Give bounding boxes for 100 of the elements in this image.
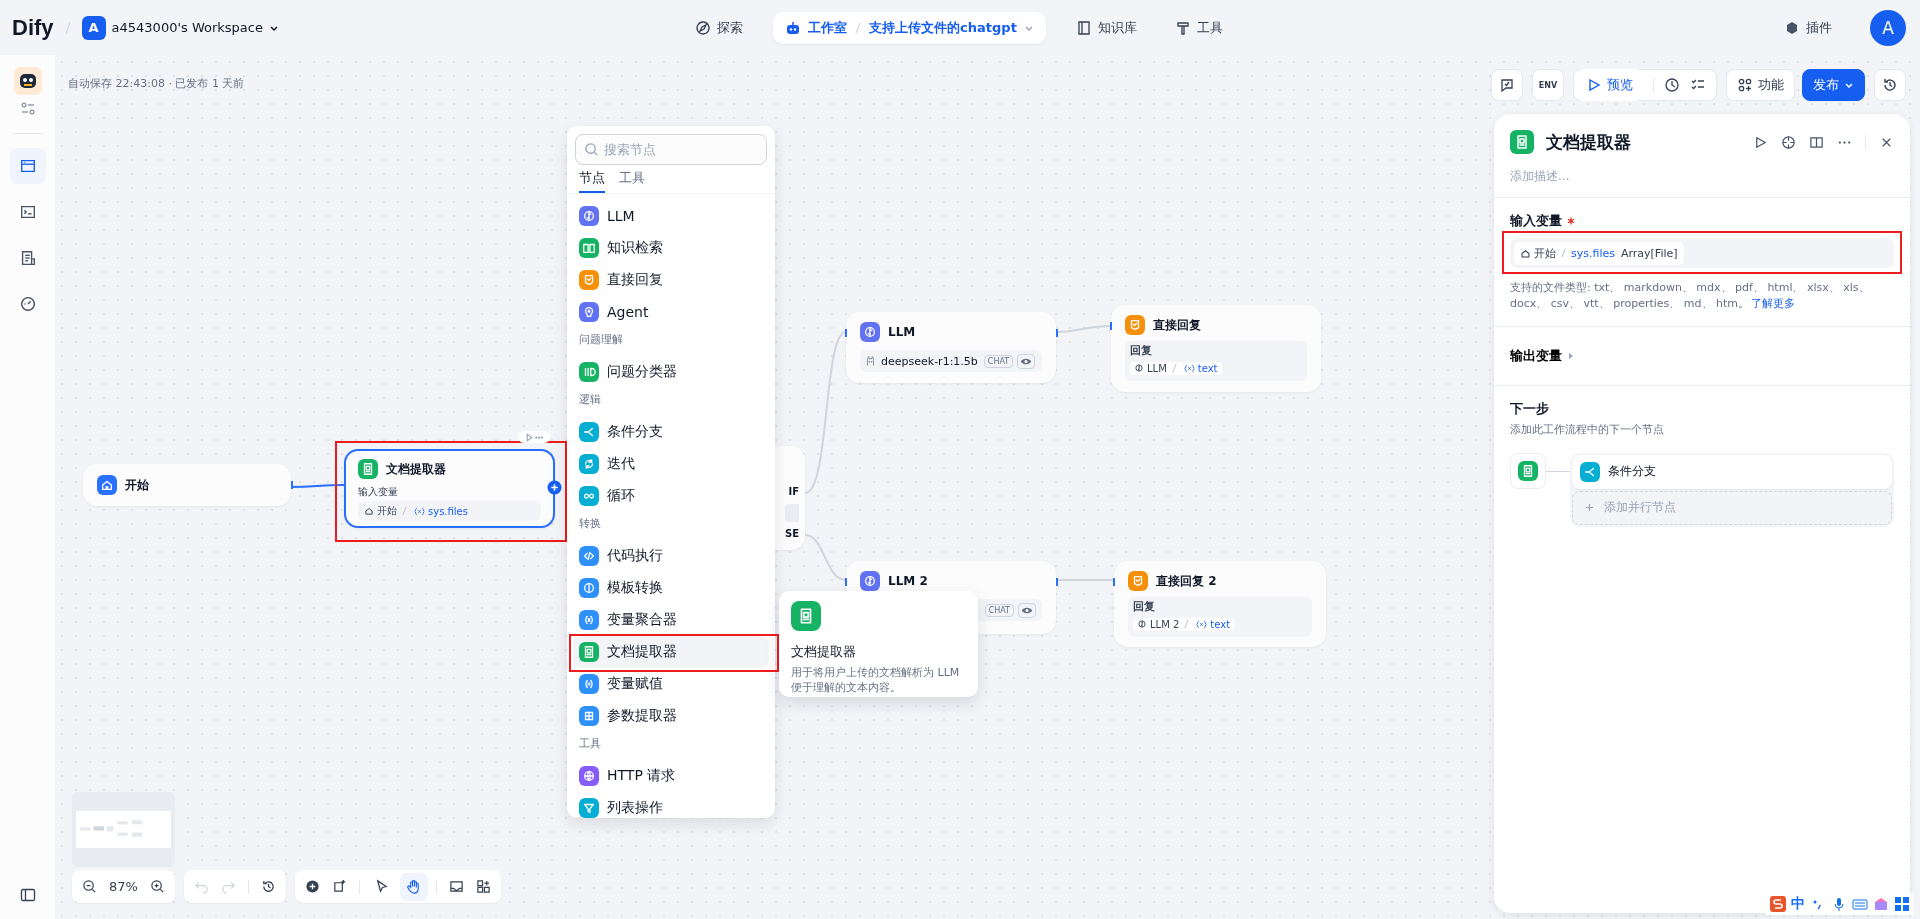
variable-reference: 开始 sys.files: [358, 501, 541, 521]
hand-icon: [406, 879, 422, 894]
menu-item[interactable]: 问题分类器: [573, 356, 769, 388]
zoom-out-icon[interactable]: [82, 879, 97, 894]
history-button[interactable]: [1874, 69, 1906, 101]
studio-nav-tab[interactable]: 工作室 支持上传文件的chatgpt: [773, 11, 1046, 44]
model-name: deepseek-r1:1.5b: [881, 354, 978, 368]
llama-icon: [866, 355, 875, 367]
field-label: 输入变量: [358, 485, 399, 499]
nav-tab[interactable]: 知识库: [1067, 11, 1145, 44]
sphere-icon: [1137, 619, 1147, 629]
group-heading: 逻辑: [578, 392, 602, 408]
history-icon[interactable]: [260, 879, 276, 894]
field-label: 回复: [1130, 343, 1153, 358]
reply-bubble-icon: [1128, 571, 1148, 591]
head-icon: [579, 302, 599, 322]
learn-more-link[interactable]: 了解更多: [1751, 296, 1795, 310]
zoom-in-icon[interactable]: [149, 879, 165, 894]
publish-button[interactable]: 发布: [1802, 69, 1865, 101]
note-icon[interactable]: [331, 879, 347, 894]
menu-item[interactable]: 代码执行: [573, 540, 769, 572]
layout-icon[interactable]: [475, 879, 491, 894]
menu-item[interactable]: 知识检索: [573, 232, 769, 264]
sidebar-item[interactable]: [9, 148, 46, 184]
node-title: LLM: [888, 325, 916, 339]
connection-line: [804, 534, 847, 581]
variable-icon: [579, 610, 599, 630]
workspace-switcher[interactable]: A a4543000's Workspace: [81, 15, 279, 40]
workflow-node[interactable]: LLM deepseek-r1:1.5b CHAT: [846, 312, 1056, 383]
next-node-item[interactable]: 条件分支: [1572, 454, 1892, 489]
add-node-icon[interactable]: [304, 879, 320, 894]
add-node-handle[interactable]: [547, 480, 562, 495]
workflow-node[interactable]: IF SE: [775, 446, 805, 550]
apps-icon: [1737, 77, 1753, 93]
document-icon: [1518, 460, 1538, 481]
features-button[interactable]: 功能: [1726, 69, 1795, 101]
nav-tab[interactable]: 探索: [687, 11, 752, 44]
menu-item[interactable]: 列表操作: [573, 792, 769, 824]
slash-separator: [1171, 363, 1177, 373]
menu-item[interactable]: 模板转换: [573, 572, 769, 604]
workflow-node[interactable]: 直接回复 2 回复 LLM 2 text: [1114, 561, 1326, 647]
supported-types-text: 支持的文件类型: txt、 markdown、 mdx、 pdf、 html、 xlsx、 xls、 docx、 csv、 vtt、 properties、 md、 htm。 了解更多: [1510, 280, 1871, 312]
microphone-icon[interactable]: [1831, 896, 1847, 912]
nav-tab[interactable]: 工具: [1166, 11, 1231, 44]
panel-title: 文档提取器: [1546, 130, 1632, 154]
zoom-level[interactable]: 87%: [109, 879, 138, 894]
grid-icon[interactable]: [1894, 896, 1910, 912]
workflow-node[interactable]: 直接回复 回复 LLM text: [1111, 305, 1321, 392]
input-method-logo-icon[interactable]: [1770, 896, 1786, 912]
variable-reference: LLM text: [1130, 361, 1222, 375]
workflow-node[interactable]: 开始: [83, 464, 291, 506]
plugins-link[interactable]: 插件: [1776, 11, 1840, 44]
branch-label: IF: [788, 486, 799, 497]
menu-item[interactable]: 参数提取器: [573, 700, 769, 732]
clock-icon[interactable]: [1664, 77, 1680, 93]
dify-logo[interactable]: Dify: [12, 14, 54, 41]
crosshair-icon[interactable]: [1781, 134, 1796, 150]
reply-bubble-icon: [1125, 315, 1145, 335]
history-icon: [1882, 77, 1898, 93]
variable-selector[interactable]: 开始 sys.files Array[File]: [1510, 238, 1894, 268]
menu-tab[interactable]: 工具: [619, 167, 645, 193]
node-hover-toolbar: [518, 431, 550, 443]
menu-item[interactable]: 变量赋值: [573, 668, 769, 700]
hand-tool[interactable]: [399, 872, 428, 901]
node-title: LLM 2: [888, 574, 928, 588]
menu-item[interactable]: 迭代: [573, 448, 769, 480]
section-label: 输入变量: [1510, 212, 1562, 230]
sliders-icon[interactable]: [19, 101, 36, 117]
menu-tab[interactable]: 节点: [579, 167, 605, 193]
document-icon: [1510, 130, 1534, 154]
user-avatar[interactable]: A: [1870, 9, 1906, 46]
menu-item[interactable]: 循环: [573, 480, 769, 512]
book-icon[interactable]: [1809, 134, 1824, 150]
menu-item[interactable]: Agent: [573, 296, 769, 328]
tooltip-description: 用于将用户上传的文档解析为 LLM 便于理解的文本内容。: [791, 665, 961, 696]
book-icon: [579, 238, 599, 258]
play-icon[interactable]: [1753, 134, 1768, 150]
hammer-icon: [1174, 19, 1191, 36]
menu-item[interactable]: 直接回复: [573, 264, 769, 296]
document-icon: [358, 459, 378, 479]
workflow-node[interactable]: 文档提取器 输入变量 开始 sys.files: [344, 449, 555, 528]
panel-toggle-icon[interactable]: [19, 887, 36, 903]
variable-icon: [1183, 363, 1195, 373]
env-button[interactable]: ENV: [1532, 69, 1564, 101]
play-icon: [1586, 77, 1602, 93]
robot-logo-icon[interactable]: [13, 67, 42, 95]
input-language-toggle[interactable]: 中: [1791, 895, 1805, 913]
menu-item[interactable]: HTTP 请求: [573, 760, 769, 792]
menu-item[interactable]: 条件分支: [573, 416, 769, 448]
search-field[interactable]: 搜索节点: [575, 134, 767, 165]
image-export-icon[interactable]: [448, 879, 464, 894]
output-variables-toggle[interactable]: 输出变量: [1510, 346, 1575, 365]
infinity-icon: [579, 486, 599, 506]
home-icon: [364, 506, 374, 516]
node-title: 直接回复 2: [1156, 572, 1217, 590]
chat-check-button[interactable]: [1491, 69, 1523, 101]
menu-item[interactable]: 变量聚合器: [573, 604, 769, 636]
code-icon: [579, 546, 599, 566]
slash-separator: [1184, 619, 1190, 629]
menu-item[interactable]: LLM: [573, 200, 769, 232]
